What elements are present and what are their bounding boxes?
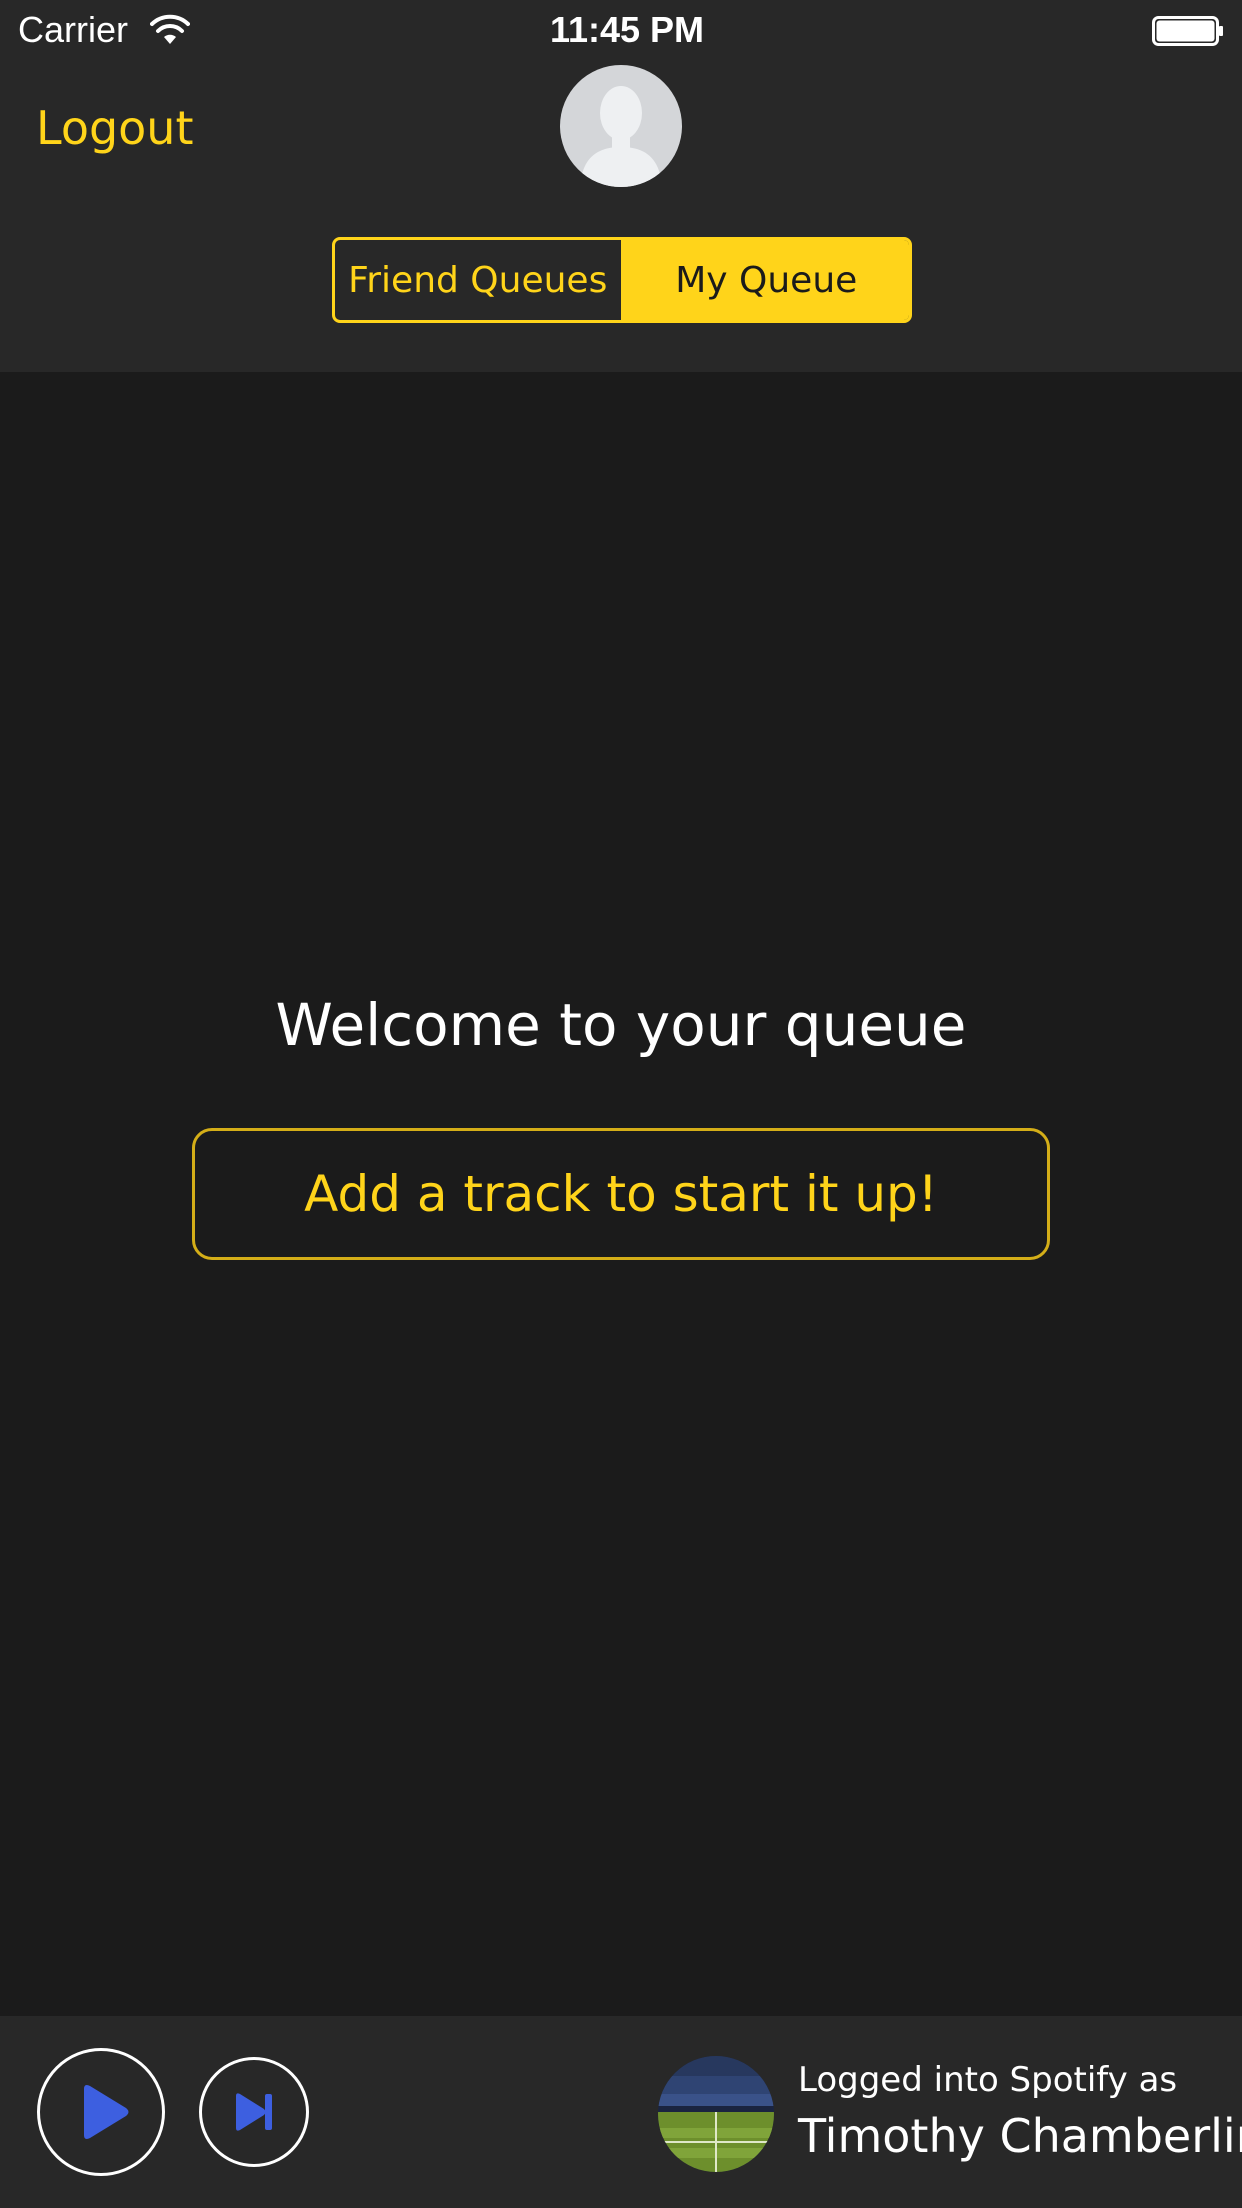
status-time: 11:45 PM	[549, 9, 705, 50]
person-silhouette-icon	[580, 86, 662, 187]
skip-button[interactable]	[199, 2057, 309, 2167]
play-button[interactable]	[37, 2048, 165, 2176]
spotify-user-name: Timothy Chamberlin	[798, 2109, 1242, 2163]
login-caption: Logged into Spotify as	[798, 2060, 1178, 2100]
battery-icon	[1152, 16, 1223, 46]
skip-forward-icon	[236, 2093, 272, 2131]
play-icon	[84, 2085, 129, 2139]
queue-segmented-control: Friend Queues My Queue	[332, 237, 912, 323]
avatar[interactable]	[560, 65, 682, 187]
queue-screen: Carrier 11:45 PM Logout Friend Queues My…	[0, 0, 1242, 2208]
add-track-button[interactable]: Add a track to start it up!	[192, 1128, 1050, 1260]
stadium-photo-icon	[658, 2056, 774, 2172]
welcome-heading: Welcome to your queue	[275, 991, 967, 1059]
tab-friend-queues[interactable]: Friend Queues	[335, 240, 624, 320]
logout-button[interactable]: Logout	[36, 100, 194, 156]
header: Carrier 11:45 PM Logout Friend Queues My…	[0, 0, 1242, 372]
spotify-profile-avatar	[658, 2056, 774, 2172]
status-bar: Carrier 11:45 PM	[0, 0, 1242, 60]
tab-my-queue[interactable]: My Queue	[623, 240, 909, 320]
